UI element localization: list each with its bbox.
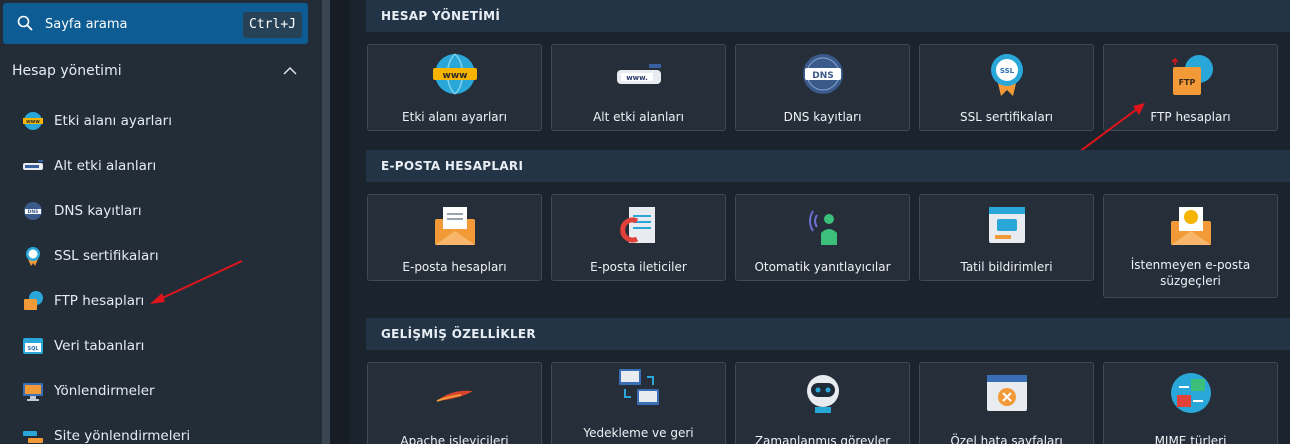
search-shortcut: Ctrl+J: [243, 12, 302, 38]
page-search-button[interactable]: Sayfa arama Ctrl+J: [3, 3, 308, 44]
group-header-email: E-POSTA HESAPLARI: [366, 150, 1290, 182]
group-title: E-POSTA HESAPLARI: [381, 159, 524, 173]
card-label: Etki alanı ayarları: [402, 110, 507, 124]
card-email-forwarders[interactable]: E-posta ileticiler: [551, 194, 726, 281]
sidebar-item-redirects[interactable]: Yönlendirmeler: [0, 374, 322, 408]
spam-envelope-icon: [1171, 207, 1211, 245]
svg-text:DNS: DNS: [812, 71, 834, 81]
card-label: Otomatik yanıtlayıcılar: [754, 260, 891, 274]
card-ssl[interactable]: SSL SSL sertifikaları: [919, 44, 1094, 131]
sidebar-section-account[interactable]: Hesap yönetimi: [0, 52, 322, 90]
sidebar-item-label: Etki alanı ayarları: [54, 113, 172, 129]
sidebar-item-label: FTP hesapları: [54, 293, 145, 309]
sidebar-item-dns[interactable]: DNS DNS kayıtları: [0, 194, 322, 228]
www-globe-icon: www: [433, 53, 477, 95]
sidebar-item-ftp[interactable]: FTP hesapları: [0, 284, 322, 318]
card-label: E-posta ileticiler: [590, 260, 687, 274]
ssl-badge-icon: [26, 247, 40, 266]
sidebar-item-label: Site yönlendirmeleri: [54, 428, 191, 444]
svg-text:SSL: SSL: [1000, 67, 1015, 75]
sidebar-item-databases[interactable]: SQL Veri tabanları: [0, 329, 322, 363]
search-icon: [17, 15, 33, 31]
svg-text:SQL: SQL: [27, 346, 39, 352]
ftp-folder-icon: [24, 291, 43, 310]
sidebar-section-title: Hesap yönetimi: [12, 63, 122, 79]
group-header-advanced: GELİŞMİŞ ÖZELLİKLER: [366, 318, 1290, 350]
svg-text:DNS: DNS: [28, 209, 39, 215]
card-apache-handlers[interactable]: Apache işleyicileri: [367, 362, 542, 444]
card-cron-jobs[interactable]: Zamanlanmış görevler: [735, 362, 910, 444]
card-dns[interactable]: DNS DNS kayıtları: [735, 44, 910, 131]
vacation-calendar-icon: [989, 207, 1025, 243]
error-page-icon: [987, 375, 1027, 411]
card-spam-filters[interactable]: İstenmeyen e-posta süzgeçleri: [1103, 194, 1278, 298]
card-label: Özel hata sayfaları: [950, 434, 1063, 444]
card-backup-restore[interactable]: Yedekleme ve geri: [551, 362, 726, 444]
svg-text:www: www: [26, 119, 40, 125]
group-title: HESAP YÖNETİMİ: [381, 9, 501, 23]
sidebar-item-label: Alt etki alanları: [54, 158, 157, 174]
card-domain-settings[interactable]: www Etki alanı ayarları: [367, 44, 542, 131]
backup-monitors-icon: [619, 369, 659, 405]
card-label: Zamanlanmış görevler: [754, 434, 891, 444]
site-redirect-icon: [23, 431, 43, 443]
sql-icon: SQL: [23, 338, 43, 354]
card-label: İstenmeyen e-posta süzgeçleri: [1130, 258, 1251, 288]
ssl-badge-icon: SSL: [991, 54, 1023, 96]
card-label: Apache işleyicileri: [400, 434, 509, 444]
card-label: Tatil bildirimleri: [960, 260, 1053, 274]
main-content: HESAP YÖNETİMİ www Etki alanı ayarları w…: [350, 0, 1290, 444]
search-label: Sayfa arama: [45, 17, 128, 32]
mime-types-icon: [1171, 373, 1211, 413]
card-ftp[interactable]: FTP FTP hesapları: [1103, 44, 1278, 131]
svg-text:www.: www.: [626, 74, 648, 82]
sidebar-item-ssl[interactable]: SSL sertifikaları: [0, 239, 322, 273]
www-bar-icon: [23, 160, 43, 170]
apache-feather-icon: [436, 390, 473, 402]
card-subdomains[interactable]: www. Alt etki alanları: [551, 44, 726, 131]
card-label: FTP hesapları: [1150, 110, 1231, 124]
sidebar-item-label: Veri tabanları: [54, 338, 145, 354]
card-email-accounts[interactable]: E-posta hesapları: [367, 194, 542, 281]
sidebar: Sayfa arama Ctrl+J Hesap yönetimi www Et…: [0, 0, 322, 444]
auto-reply-person-icon: [809, 210, 837, 245]
sidebar-scrollbar[interactable]: [322, 0, 330, 444]
group-header-account: HESAP YÖNETİMİ: [366, 0, 1290, 32]
sidebar-item-domain-settings[interactable]: www Etki alanı ayarları: [0, 104, 322, 138]
svg-text:FTP: FTP: [1179, 78, 1196, 87]
www-globe-icon: www: [23, 112, 43, 130]
sidebar-item-label: SSL sertifikaları: [54, 248, 159, 264]
card-vacation-notices[interactable]: Tatil bildirimleri: [919, 194, 1094, 281]
www-bar-icon: www.: [617, 64, 661, 84]
robot-icon: [807, 375, 839, 413]
card-label: MIME türleri: [1154, 434, 1227, 444]
chevron-up-icon: [283, 67, 297, 75]
card-label: Yedekleme ve geri: [583, 426, 694, 440]
ftp-folder-icon: FTP: [1171, 55, 1213, 95]
card-label: Alt etki alanları: [593, 110, 684, 124]
svg-text:www: www: [443, 71, 468, 81]
card-label: SSL sertifikaları: [960, 110, 1053, 124]
sidebar-item-site-redirects[interactable]: Site yönlendirmeleri: [0, 419, 322, 444]
mail-forward-icon: [620, 207, 655, 243]
card-label: DNS kayıtları: [783, 110, 862, 124]
mail-envelope-icon: [435, 207, 475, 245]
group-title: GELİŞMİŞ ÖZELLİKLER: [381, 327, 536, 341]
dns-globe-icon: DNS: [803, 54, 843, 94]
sidebar-divider: [330, 0, 350, 444]
card-custom-error-pages[interactable]: Özel hata sayfaları: [919, 362, 1094, 444]
card-mime-types[interactable]: MIME türleri: [1103, 362, 1278, 444]
card-label: E-posta hesapları: [402, 260, 507, 274]
sidebar-item-label: Yönlendirmeler: [54, 383, 155, 399]
card-autoresponders[interactable]: Otomatik yanıtlayıcılar: [735, 194, 910, 281]
redirect-icon: [23, 383, 43, 401]
sidebar-item-label: DNS kayıtları: [54, 203, 142, 219]
sidebar-item-subdomains[interactable]: Alt etki alanları: [0, 149, 322, 183]
dns-globe-icon: DNS: [24, 202, 42, 220]
